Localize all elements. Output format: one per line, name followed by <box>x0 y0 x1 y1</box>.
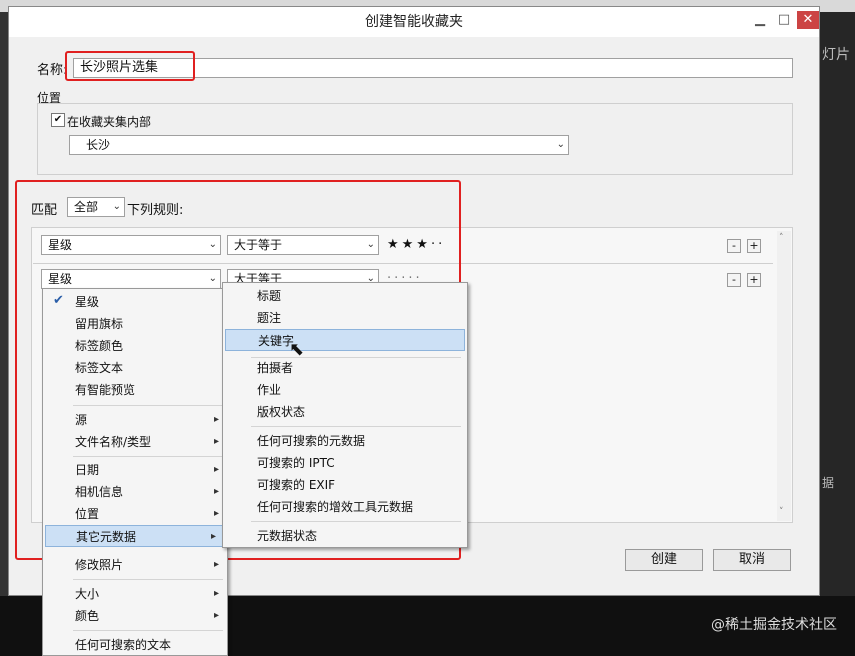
background-app-panel: 灯片 据 <box>818 12 855 612</box>
submenu-item-plugin-metadata[interactable]: 任何可搜索的增效工具元数据 <box>251 496 465 518</box>
background-label-2: 据 <box>822 476 835 490</box>
submenu-item-title[interactable]: 标题 <box>251 285 465 307</box>
submenu-item-metadata-status[interactable]: 元数据状态 <box>251 525 465 547</box>
add-rule-button[interactable]: + <box>747 273 761 287</box>
other-metadata-submenu: 标题 题注 关键字 ⬉ 拍摄者 作业 版权状态 任何可搜索的元数据 可搜索的 I… <box>222 282 468 548</box>
collection-select-value: 长沙 <box>86 138 111 152</box>
rules-scrollbar[interactable]: ˄ ˅ <box>777 231 791 521</box>
menu-item-flag[interactable]: 留用旗标 <box>43 313 227 335</box>
minimize-icon[interactable]: ▁ <box>749 11 771 29</box>
create-button[interactable]: 创建 <box>625 549 703 571</box>
menu-item-size[interactable]: 大小 <box>43 583 227 605</box>
submenu-item-searchable-iptc[interactable]: 可搜索的 IPTC <box>251 452 465 474</box>
name-label: 名称: <box>37 63 68 78</box>
menu-separator <box>73 405 223 406</box>
menu-item-label-text[interactable]: 标签文本 <box>43 357 227 379</box>
submenu-item-searchable-exif[interactable]: 可搜索的 EXIF <box>251 474 465 496</box>
menu-item-any-searchable-text[interactable]: 任何可搜索的文本 <box>43 634 227 656</box>
menu-separator <box>73 456 223 457</box>
background-label: 灯片 <box>822 47 850 63</box>
submenu-separator <box>251 521 461 522</box>
menu-item-develop[interactable]: 修改照片 <box>43 554 227 576</box>
maximize-icon[interactable]: □ <box>773 11 795 29</box>
menu-item-smart-preview[interactable]: 有智能预览 <box>43 379 227 401</box>
menu-separator <box>73 579 223 580</box>
watermark: @稀土掘金技术社区 <box>711 617 837 633</box>
menu-item-other-metadata[interactable]: 其它元数据 <box>45 525 225 548</box>
close-icon[interactable]: ✕ <box>797 11 819 29</box>
menu-item-label-color[interactable]: 标签颜色 <box>43 335 227 357</box>
field-dropdown-menu: ✔ 星级 留用旗标 标签颜色 标签文本 有智能预览 源 文件名称/类型 日期 相… <box>42 288 228 656</box>
scroll-up-icon[interactable]: ˄ <box>779 233 784 243</box>
add-rule-button[interactable]: + <box>747 239 761 253</box>
submenu-item-caption[interactable]: 题注 <box>251 307 465 329</box>
cancel-button[interactable]: 取消 <box>713 549 791 571</box>
dialog-title: 创建智能收藏夹 <box>365 14 463 30</box>
menu-item-camera-info[interactable]: 相机信息 <box>43 481 227 503</box>
menu-item-filename-type[interactable]: 文件名称/类型 <box>43 431 227 453</box>
name-highlight-box <box>65 51 195 81</box>
inside-collection-checkbox[interactable]: ✔ <box>51 113 65 127</box>
dialog-titlebar: 创建智能收藏夹 ▁ □ ✕ <box>9 7 819 37</box>
submenu-item-keyword[interactable]: 关键字 <box>225 329 465 351</box>
submenu-separator <box>251 426 461 427</box>
menu-item-location[interactable]: 位置 <box>43 503 227 525</box>
menu-item-source[interactable]: 源 <box>43 409 227 431</box>
inside-collection-label: 在收藏夹集内部 <box>67 115 152 129</box>
menu-item-date[interactable]: 日期 <box>43 459 227 481</box>
submenu-item-any-searchable-metadata[interactable]: 任何可搜索的元数据 <box>251 430 465 452</box>
menu-item-rating[interactable]: 星级 <box>43 291 227 313</box>
submenu-item-job[interactable]: 作业 <box>251 379 465 401</box>
menu-item-color[interactable]: 颜色 <box>43 605 227 627</box>
submenu-item-creator[interactable]: 拍摄者 <box>251 357 465 379</box>
menu-separator <box>73 630 223 631</box>
remove-rule-button[interactable]: - <box>727 273 741 287</box>
submenu-item-copyright-status[interactable]: 版权状态 <box>251 401 465 423</box>
chevron-down-icon: ⌄ <box>556 139 565 150</box>
scroll-down-icon[interactable]: ˅ <box>779 507 784 517</box>
remove-rule-button[interactable]: - <box>727 239 741 253</box>
collection-select[interactable]: 长沙 ⌄ <box>69 135 569 155</box>
